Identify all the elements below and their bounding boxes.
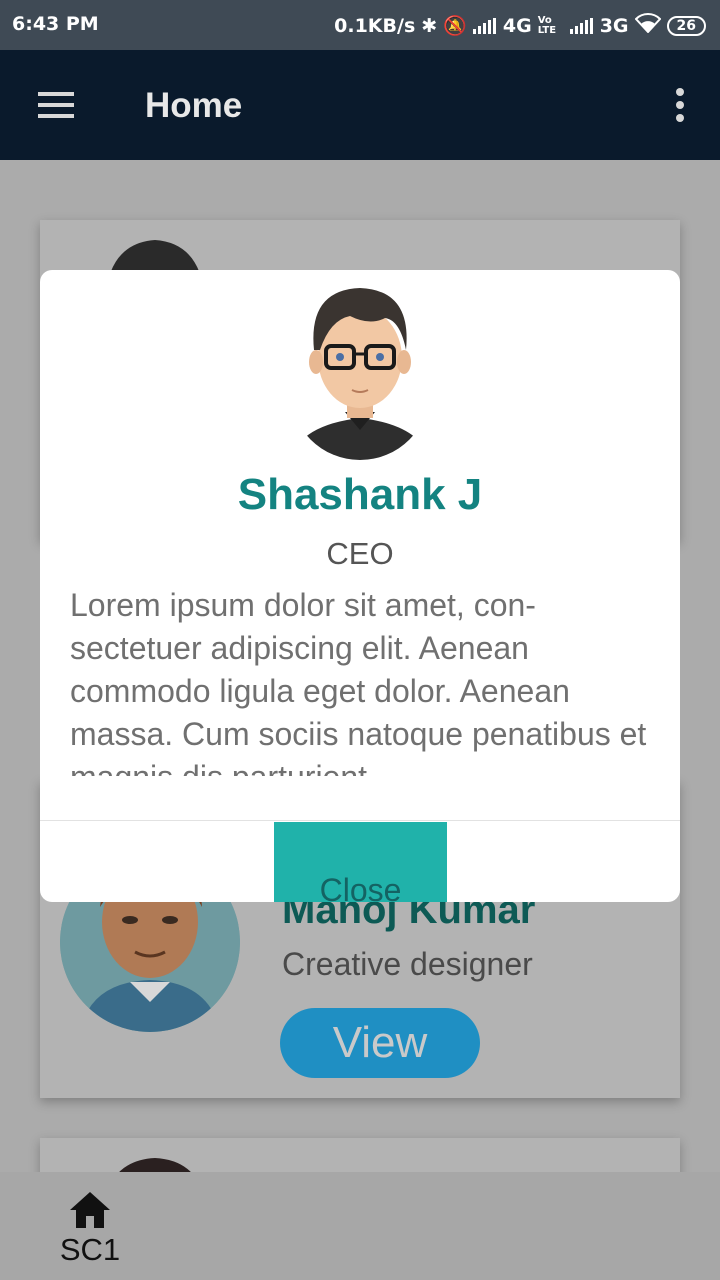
status-bar: 6:43 PM 0.1KB/s ✱ 🔕 4G Vo LTE 3G 26 <box>0 0 720 50</box>
menu-icon[interactable] <box>38 92 74 118</box>
dialog-name: Shashank J <box>237 470 483 519</box>
wifi-icon <box>634 13 661 38</box>
battery-icon: 26 <box>666 15 706 36</box>
tab-sc1[interactable]: SC1 <box>48 1190 132 1268</box>
status-time: 6:43 PM <box>12 13 99 35</box>
dialog-description: Lorem ipsum dolor sit amet, con- sectetu… <box>70 587 647 776</box>
card-role: Creative designer <box>282 946 533 982</box>
volte-badge: Vo LTE <box>537 14 557 36</box>
signal-icon <box>472 17 497 34</box>
close-button[interactable]: Close <box>274 822 447 902</box>
tab-label: SC1 <box>59 1232 121 1267</box>
network-type-2: 3G <box>599 14 629 37</box>
avatar <box>290 280 430 460</box>
signal-icon-2 <box>569 17 594 34</box>
view-button[interactable]: View <box>280 1008 480 1078</box>
divider <box>40 820 680 821</box>
bluetooth-icon: ✱ <box>421 14 438 37</box>
mute-icon: 🔕 <box>443 15 467 37</box>
dialog-role: CEO <box>326 536 394 571</box>
net-speed: 0.1KB/s <box>334 14 416 37</box>
app-bar: Home <box>0 50 720 160</box>
network-type-1: 4G <box>502 14 532 37</box>
more-options-icon[interactable] <box>676 88 684 127</box>
bottom-nav: SC1 <box>0 1172 720 1280</box>
profile-dialog: Shashank J CEO Lorem ipsum dolor sit ame… <box>40 270 680 902</box>
home-icon <box>70 1192 110 1228</box>
page-title: Home <box>145 86 243 125</box>
